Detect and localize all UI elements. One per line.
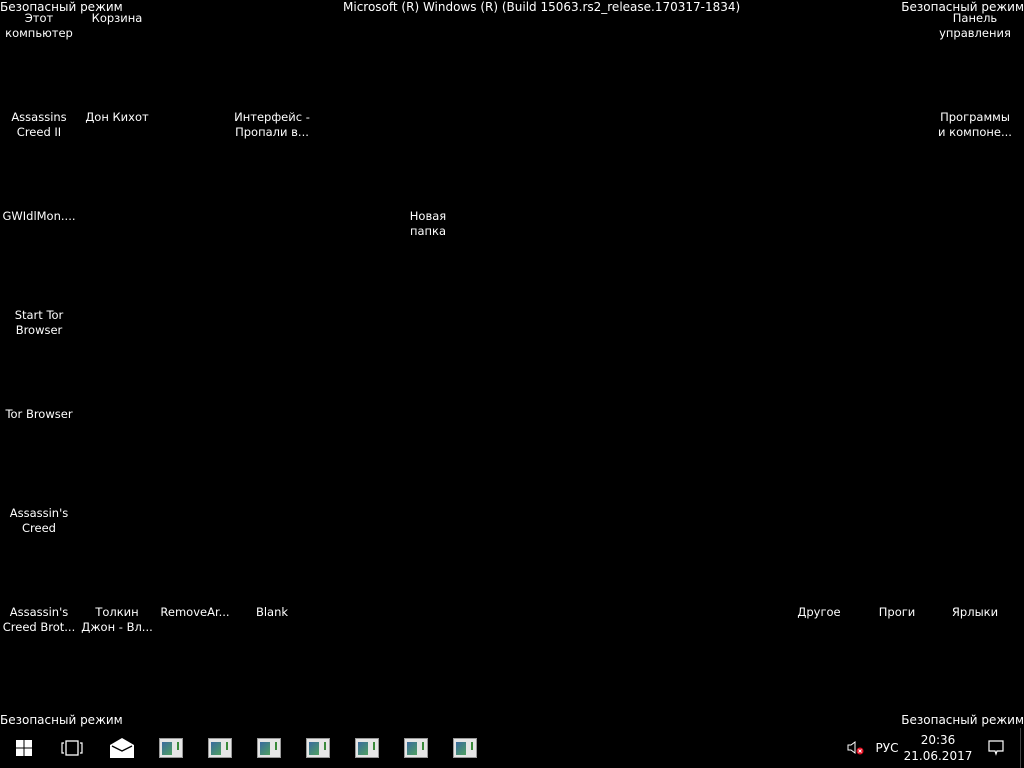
desktop-icon-shortcuts[interactable]: Ярлыки: [937, 605, 1013, 620]
app-window-icon: [306, 738, 330, 758]
clock[interactable]: 20:36 21.06.2017: [903, 728, 973, 768]
taskbar-app-1[interactable]: [147, 728, 195, 768]
clock-time: 20:36: [920, 733, 956, 747]
app-window-icon: [453, 738, 477, 758]
desktop-icon-new-folder[interactable]: Новая папка: [390, 209, 466, 239]
icon-label: и компоне...: [938, 125, 1012, 139]
desktop-icon-programs-features[interactable]: Программы и компоне...: [937, 110, 1013, 140]
desktop-icon-don-quixote[interactable]: Дон Кихот: [79, 110, 155, 125]
icon-label: Другое: [797, 605, 841, 619]
app-window-icon: [159, 738, 183, 758]
desktop-icon-start-tor-browser[interactable]: Start Tor Browser: [1, 308, 77, 338]
clock-date: 21.06.2017: [903, 749, 973, 763]
icon-label: Creed II: [16, 125, 62, 139]
desktop-icon-assassins-creed[interactable]: Assassin's Creed: [1, 506, 77, 536]
action-center-icon: [988, 740, 1004, 756]
taskbar-app-2[interactable]: [196, 728, 244, 768]
desktop-icon-blank[interactable]: Blank: [234, 605, 310, 620]
desktop-icon-recycle-bin[interactable]: Корзина: [79, 11, 155, 26]
icon-label: Creed: [22, 521, 56, 535]
action-center-button[interactable]: [976, 728, 1016, 768]
icon-label: RemoveAr...: [160, 605, 230, 619]
icon-label: Панель: [952, 11, 998, 25]
icon-label: GWIdlMon....: [2, 209, 76, 223]
show-desktop-button[interactable]: [1020, 728, 1021, 768]
desktop-icon-interface[interactable]: Интерфейс - Пропали в...: [234, 110, 310, 140]
icon-label: Дон Кихот: [85, 110, 149, 124]
start-button[interactable]: [0, 728, 48, 768]
desktop-icon-assassins-creed-brotherhood[interactable]: Assassin's Creed Brot...: [1, 605, 77, 635]
icon-label: Пропали в...: [235, 125, 309, 139]
app-window-icon: [355, 738, 379, 758]
volume-button[interactable]: [842, 728, 870, 768]
taskbar-app-6[interactable]: [392, 728, 440, 768]
safe-mode-watermark-bottom-right: Безопасный режим: [901, 713, 1024, 727]
desktop-icon-tolkien[interactable]: Толкин Джон - Вл...: [79, 605, 155, 635]
desktop-icon-removear[interactable]: RemoveAr...: [157, 605, 233, 620]
desktop-icon-control-panel[interactable]: Панель управления: [937, 11, 1013, 41]
app-window-icon: [257, 738, 281, 758]
task-view-button[interactable]: [48, 728, 96, 768]
volume-muted-icon: [847, 741, 864, 755]
icon-label: Start Tor: [14, 308, 64, 322]
mail-button[interactable]: [98, 728, 146, 768]
task-view-icon: [61, 740, 83, 756]
windows-logo-icon: [16, 740, 32, 756]
safe-mode-watermark-bottom-left: Безопасный режим: [0, 713, 123, 727]
desktop-icon-gwidlmon[interactable]: GWIdlMon....: [1, 209, 77, 224]
language-indicator[interactable]: РУС: [870, 728, 904, 768]
taskbar-app-4[interactable]: [294, 728, 342, 768]
taskbar: РУС 20:36 21.06.2017: [0, 728, 1024, 768]
icon-label: Creed Brot...: [2, 620, 76, 634]
taskbar-app-5[interactable]: [343, 728, 391, 768]
icon-label: управления: [939, 26, 1011, 40]
icon-label: Tor Browser: [5, 407, 73, 421]
desktop-icon-progi[interactable]: Проги: [859, 605, 935, 620]
desktop-icon-this-pc[interactable]: Этот компьютер: [1, 11, 77, 41]
app-window-icon: [208, 738, 232, 758]
icon-label: Джон - Вл...: [81, 620, 153, 634]
taskbar-app-7[interactable]: [441, 728, 489, 768]
mail-icon: [110, 738, 134, 758]
icon-label: Корзина: [91, 11, 143, 25]
app-window-icon: [404, 738, 428, 758]
icon-label: Интерфейс -: [234, 110, 310, 124]
icon-label: Толкин: [95, 605, 139, 619]
desktop-icon-tor-browser[interactable]: Tor Browser: [1, 407, 77, 422]
build-watermark: Microsoft (R) Windows (R) (Build 15063.r…: [343, 0, 741, 14]
icon-label: Этот: [24, 11, 54, 25]
icon-label: Blank: [255, 605, 289, 619]
desktop-icon-other[interactable]: Другое: [781, 605, 857, 620]
icon-label: Browser: [15, 323, 63, 337]
icon-label: Новая папка: [409, 209, 447, 238]
icon-label: Assassins: [11, 110, 67, 124]
icon-label: компьютер: [5, 26, 73, 40]
desktop-icon-assassins-creed-2[interactable]: Assassins Creed II: [1, 110, 77, 140]
taskbar-app-3[interactable]: [245, 728, 293, 768]
icon-label: Assassin's: [9, 605, 69, 619]
icon-label: Проги: [878, 605, 916, 619]
icon-label: Программы: [940, 110, 1010, 124]
icon-label: Ярлыки: [951, 605, 999, 619]
icon-label: Assassin's: [9, 506, 69, 520]
